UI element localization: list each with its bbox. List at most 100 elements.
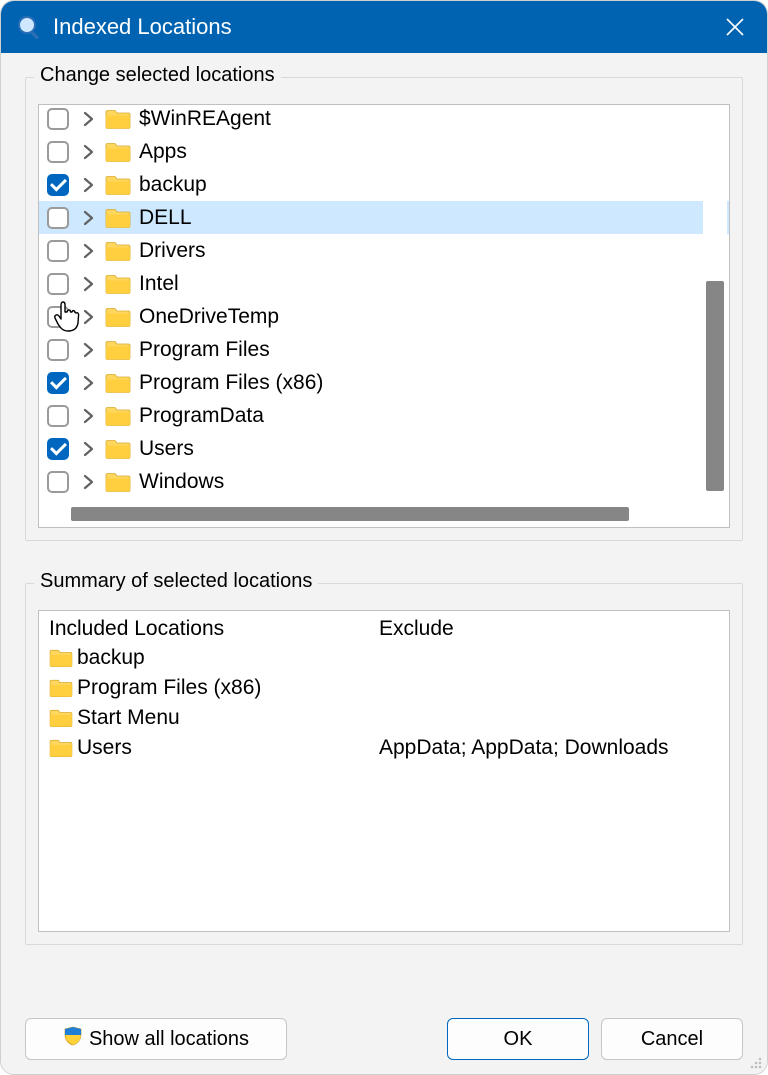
vertical-scrollbar[interactable] [703,105,727,499]
checkbox[interactable] [47,108,69,130]
change-locations-group: Change selected locations $WinREAgentApp… [25,77,743,541]
summary-name: backup [77,646,145,670]
tree-row[interactable]: ProgramData [39,399,729,432]
summary-name: Program Files (x86) [77,676,261,700]
titlebar: Indexed Locations [1,1,767,53]
expand-chevron-icon[interactable] [79,142,99,162]
expand-chevron-icon[interactable] [79,241,99,261]
summary-row[interactable]: Users [49,733,359,763]
tree-row-label: backup [139,173,207,197]
tree-row-label: Apps [139,140,187,164]
folder-icon [105,372,131,394]
expand-chevron-icon[interactable] [79,472,99,492]
folder-icon [49,648,73,668]
checkbox[interactable] [47,240,69,262]
summary-list[interactable]: Included Locations backup Program Files (… [38,610,730,932]
tree-row[interactable]: $WinREAgent [39,104,729,135]
tree-row[interactable]: Program Files (x86) [39,366,729,399]
cancel-button[interactable]: Cancel [601,1018,743,1060]
checkbox[interactable] [47,207,69,229]
dialog-title: Indexed Locations [53,14,703,40]
included-header: Included Locations [49,617,359,641]
summary-name: Users [77,736,132,760]
button-bar: Show all locations OK Cancel [25,984,743,1060]
tree-row-label: OneDriveTemp [139,305,279,329]
tree-row[interactable]: Windows [39,465,729,498]
tree-row-label: Windows [139,470,224,494]
tree-row[interactable]: Users [39,432,729,465]
folder-icon [105,240,131,262]
tree-row-label: Program Files [139,338,270,362]
tree-row[interactable]: Drivers [39,234,729,267]
tree-row-label: Intel [139,272,179,296]
summary-row[interactable]: backup [49,643,359,673]
expand-chevron-icon[interactable] [79,373,99,393]
folder-icon [105,405,131,427]
summary-exclude [379,643,669,673]
change-locations-legend: Change selected locations [34,64,281,87]
tree-row-label: Users [139,437,194,461]
folder-icon [105,207,131,229]
ok-button[interactable]: OK [447,1018,589,1060]
app-icon [15,13,43,41]
tree-row-label: DELL [139,206,192,230]
summary-name: Start Menu [77,706,180,730]
folder-icon [105,471,131,493]
tree-row[interactable]: DELL [39,201,729,234]
folder-icon [105,306,131,328]
show-all-label: Show all locations [89,1028,249,1051]
tree-row[interactable]: Intel [39,267,729,300]
folder-icon [105,141,131,163]
folder-icon [49,678,73,698]
folder-icon [105,438,131,460]
checkbox[interactable] [47,141,69,163]
tree-row[interactable]: OneDriveTemp [39,300,729,333]
checkbox[interactable] [47,339,69,361]
tree-row[interactable]: backup [39,168,729,201]
folder-icon [105,174,131,196]
expand-chevron-icon[interactable] [79,406,99,426]
client-area: Change selected locations $WinREAgent App… [1,53,767,1074]
expand-chevron-icon[interactable] [79,274,99,294]
tree-row-label: ProgramData [139,404,264,428]
indexed-locations-dialog: Indexed Locations Change selected locati… [0,0,768,1075]
summary-group: Summary of selected locations Included L… [25,583,743,945]
summary-row[interactable]: Program Files (x86) [49,673,359,703]
tree-row[interactable]: Program Files [39,333,729,366]
expand-chevron-icon[interactable] [79,208,99,228]
expand-chevron-icon[interactable] [79,439,99,459]
expand-chevron-icon[interactable] [79,175,99,195]
tree-row[interactable]: Apps [39,135,729,168]
folder-icon [105,273,131,295]
summary-exclude [379,673,669,703]
folder-icon [105,108,131,130]
checkbox[interactable] [47,405,69,427]
vertical-scroll-thumb[interactable] [706,281,724,491]
close-button[interactable] [703,1,767,53]
locations-tree[interactable]: $WinREAgent Apps backup DELL Drivers Intel One… [38,104,730,528]
expand-chevron-icon[interactable] [79,340,99,360]
show-all-locations-button[interactable]: Show all locations [25,1018,287,1060]
horizontal-scrollbar[interactable] [41,503,703,525]
checkbox[interactable] [47,306,69,328]
shield-icon [63,1026,83,1052]
expand-chevron-icon[interactable] [79,109,99,129]
folder-icon [49,738,73,758]
summary-row[interactable]: Start Menu [49,703,359,733]
summary-exclude [379,703,669,733]
folder-icon [49,708,73,728]
tree-row-label: Drivers [139,239,206,263]
tree-row-label: Program Files (x86) [139,371,323,395]
summary-exclude: AppData; AppData; Downloads [379,733,669,763]
checkbox[interactable] [47,174,69,196]
exclude-header: Exclude [379,617,669,641]
horizontal-scroll-thumb[interactable] [71,507,629,521]
checkbox[interactable] [47,273,69,295]
resize-grip[interactable] [747,1054,763,1070]
checkbox[interactable] [47,471,69,493]
checkbox[interactable] [47,372,69,394]
checkbox[interactable] [47,438,69,460]
expand-chevron-icon[interactable] [79,307,99,327]
summary-legend: Summary of selected locations [34,570,318,593]
folder-icon [105,339,131,361]
